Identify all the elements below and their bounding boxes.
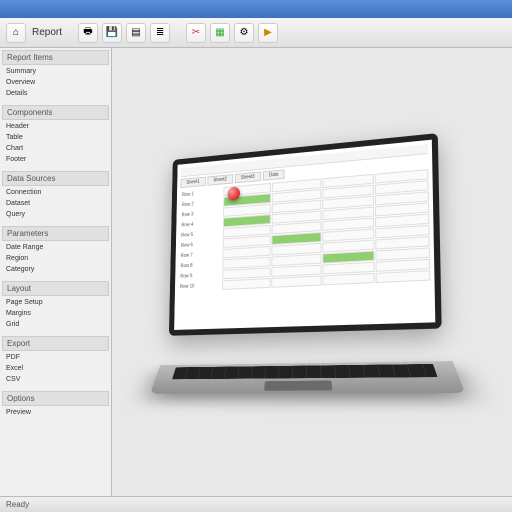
grid-cell: [322, 273, 374, 286]
sidebar-group-header: Components: [2, 105, 109, 120]
canvas: Sheet1Sheet2Sheet3Data Row 1Row 2Row 3Ro…: [112, 48, 512, 496]
keys: [172, 364, 437, 379]
gear-icon[interactable]: ⚙: [234, 23, 254, 43]
sidebar-item[interactable]: PDF: [2, 352, 109, 363]
title-bar: [0, 0, 512, 18]
laptop-keyboard: [150, 361, 465, 394]
sidebar-item[interactable]: Table: [2, 132, 109, 143]
sidebar-item[interactable]: Dataset: [2, 198, 109, 209]
sidebar-item[interactable]: Preview: [2, 407, 109, 418]
sidebar-group-header: Data Sources: [2, 171, 109, 186]
screen-tab: Sheet1: [180, 177, 205, 188]
sidebar-group-header: Parameters: [2, 226, 109, 241]
screen-grid: Row 1Row 2Row 3Row 4Row 5Row 6Row 7Row 8…: [178, 169, 430, 292]
main-area: Report ItemsSummaryOverviewDetails Compon…: [0, 48, 512, 496]
sidebar-item[interactable]: Query: [2, 209, 109, 220]
sidebar-item[interactable]: CSV: [2, 374, 109, 385]
sidebar-group-header: Export: [2, 336, 109, 351]
laptop-illustration: Sheet1Sheet2Sheet3Data Row 1Row 2Row 3Ro…: [167, 130, 475, 404]
chart-icon[interactable]: ▤: [126, 23, 146, 43]
grid-icon[interactable]: ▦: [210, 23, 230, 43]
sidebar-item[interactable]: Chart: [2, 143, 109, 154]
sidebar-item[interactable]: Margins: [2, 308, 109, 319]
status-bar: Ready: [0, 496, 512, 512]
home-icon[interactable]: ⌂: [6, 23, 26, 43]
doc-icon[interactable]: ≣: [150, 23, 170, 43]
sidebar-item[interactable]: Details: [2, 88, 109, 99]
save-icon[interactable]: 💾: [102, 23, 122, 43]
sidebar-item[interactable]: Header: [2, 121, 109, 132]
sidebar-item[interactable]: Footer: [2, 154, 109, 165]
screen-tab: Sheet3: [235, 172, 261, 184]
sidebar: Report ItemsSummaryOverviewDetails Compon…: [0, 48, 112, 496]
screen-tab: Data: [263, 169, 285, 180]
sidebar-item[interactable]: Category: [2, 264, 109, 275]
toolbar-label: Report: [32, 27, 62, 38]
screen-tab: Sheet2: [207, 174, 233, 186]
sidebar-item[interactable]: Connection: [2, 187, 109, 198]
sidebar-item[interactable]: Excel: [2, 363, 109, 374]
sidebar-item[interactable]: Region: [2, 253, 109, 264]
sidebar-item[interactable]: Summary: [2, 66, 109, 77]
sidebar-group-header: Options: [2, 391, 109, 406]
sidebar-group-header: Layout: [2, 281, 109, 296]
grid-cell: [376, 270, 431, 283]
cut-icon[interactable]: ✂: [186, 23, 206, 43]
grid-cell: [222, 278, 270, 290]
sidebar-item[interactable]: Date Range: [2, 242, 109, 253]
toolbar: ⌂ Report 🖶 💾 ▤ ≣ ✂ ▦ ⚙ ▶: [0, 18, 512, 48]
grid-row-label: Row 10: [178, 280, 221, 292]
print-icon[interactable]: 🖶: [78, 23, 98, 43]
status-text: Ready: [6, 500, 29, 509]
sidebar-item[interactable]: Grid: [2, 319, 109, 330]
sidebar-item[interactable]: Overview: [2, 77, 109, 88]
sidebar-group-header: Report Items: [2, 50, 109, 65]
play-icon[interactable]: ▶: [258, 23, 278, 43]
grid-cell: [271, 276, 321, 288]
sidebar-item[interactable]: Page Setup: [2, 297, 109, 308]
trackpad: [264, 381, 332, 391]
laptop-screen: Sheet1Sheet2Sheet3Data Row 1Row 2Row 3Ro…: [169, 133, 442, 336]
